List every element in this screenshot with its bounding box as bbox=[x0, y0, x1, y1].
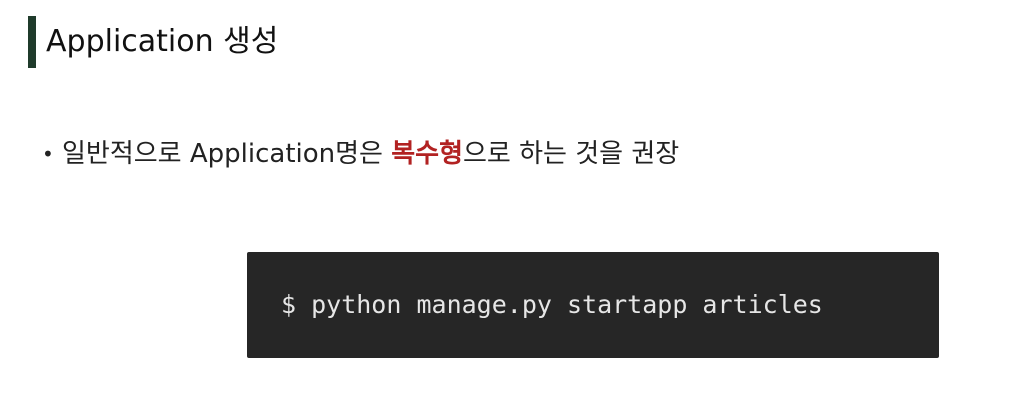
bullet-text-before: 일반적으로 Application명은 bbox=[62, 139, 392, 169]
slide-title: Application 생성 bbox=[46, 24, 279, 59]
code-command: $ python manage.py startapp articles bbox=[281, 290, 823, 319]
bullet-icon: • bbox=[42, 142, 54, 166]
title-accent-bar bbox=[28, 16, 36, 68]
code-block: $ python manage.py startapp articles bbox=[247, 252, 939, 358]
bullet-emphasis: 복수형 bbox=[391, 139, 464, 169]
slide: Application 생성 • 일반적으로 Application명은 복수형으… bbox=[0, 0, 1015, 401]
bullet-item: • 일반적으로 Application명은 복수형으로 하는 것을 권장 bbox=[42, 132, 679, 176]
bullet-text-after: 으로 하는 것을 권장 bbox=[463, 139, 680, 169]
